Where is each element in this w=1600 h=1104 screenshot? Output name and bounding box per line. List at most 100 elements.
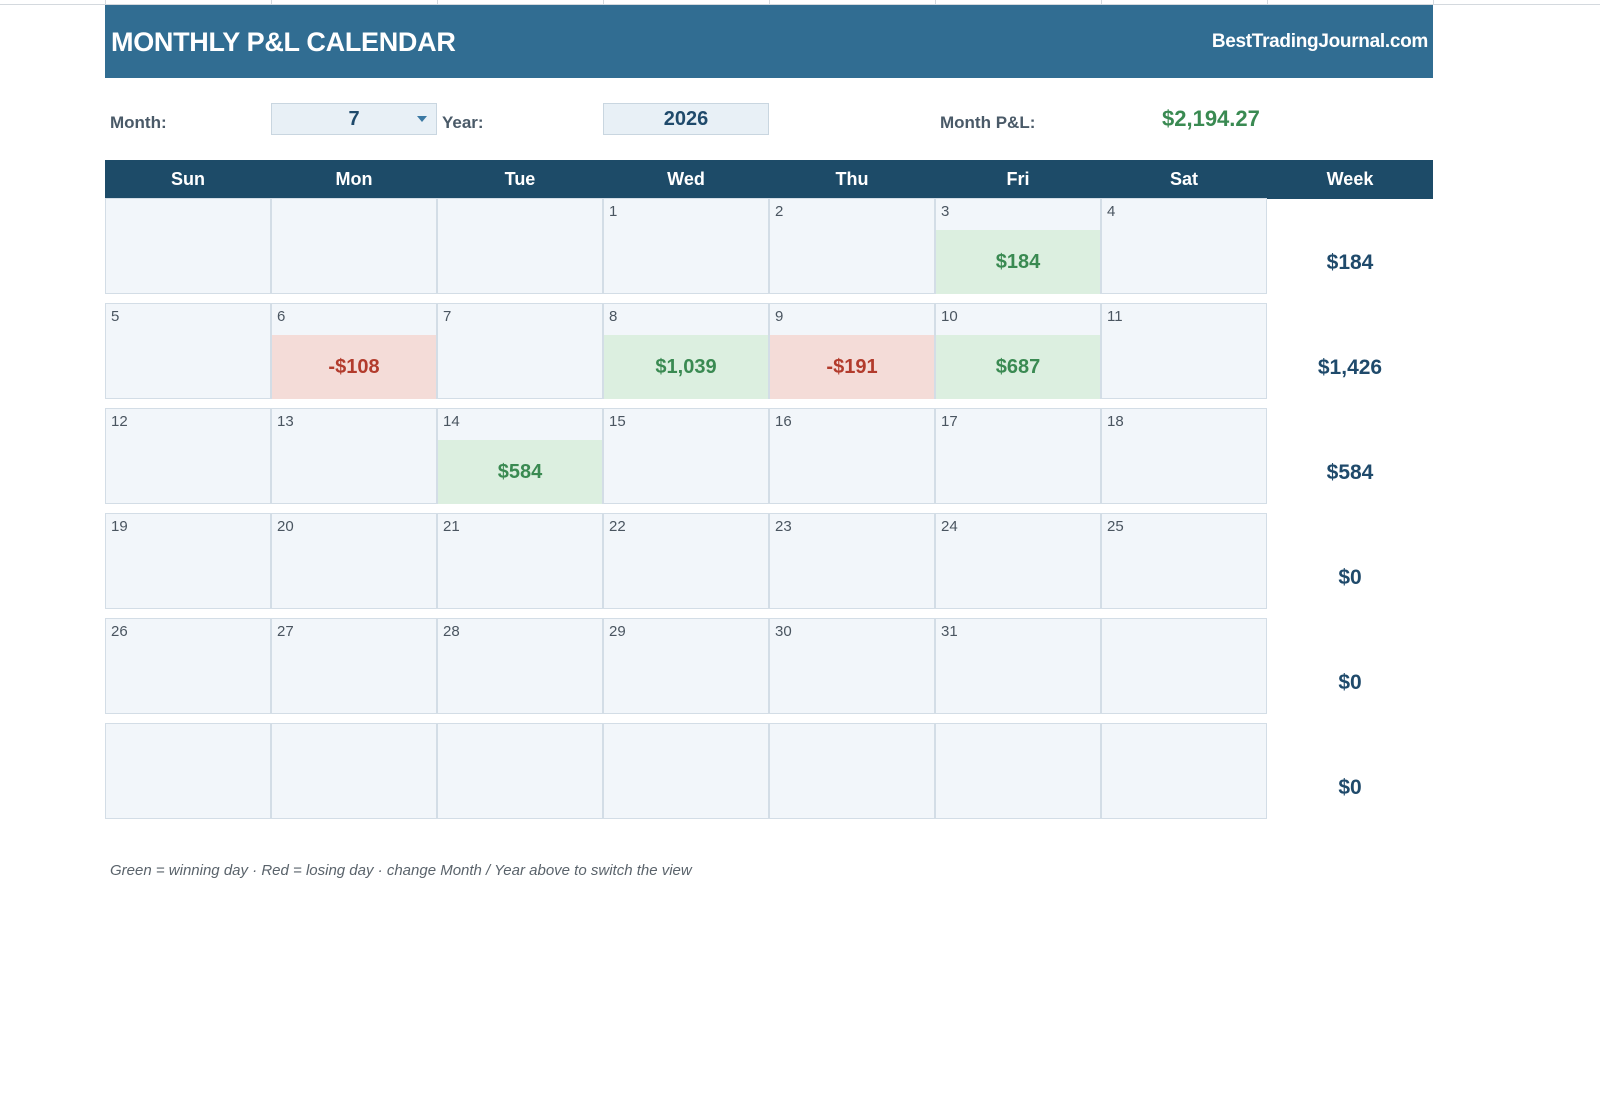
day-number: 17 — [941, 413, 958, 430]
day-cell[interactable]: 31 — [935, 618, 1101, 714]
month-pl-label: Month P&L: — [940, 113, 1036, 132]
day-cell[interactable]: 15 — [603, 408, 769, 504]
day-cell[interactable]: 14 $584 — [437, 408, 603, 504]
day-number: 11 — [1107, 308, 1123, 325]
day-cell[interactable] — [1101, 618, 1267, 714]
day-cell[interactable]: 29 — [603, 618, 769, 714]
day-number: 4 — [1107, 203, 1116, 220]
brand-name: BestTradingJournal.com — [1211, 31, 1428, 52]
day-number: 3 — [941, 203, 950, 220]
page-title: MONTHLY P&L CALENDAR — [111, 27, 456, 57]
day-number: 5 — [111, 308, 120, 325]
day-cell[interactable]: 13 — [271, 408, 437, 504]
day-cell[interactable] — [603, 723, 769, 819]
week-row: 5 6 -$108 7 8 $1,039 9 -$191 10 $687 11 — [105, 303, 1267, 399]
day-number: 9 — [775, 308, 784, 325]
day-cell[interactable]: 25 — [1101, 513, 1267, 609]
day-cell[interactable]: 16 — [769, 408, 935, 504]
day-number: 26 — [111, 623, 128, 640]
week-total-header: Week — [1326, 169, 1374, 189]
day-cell[interactable]: 3 $184 — [935, 198, 1101, 294]
day-number: 1 — [609, 203, 618, 220]
week-row: 1 2 3 $184 4 — [105, 198, 1267, 294]
day-cell[interactable]: 5 — [105, 303, 271, 399]
chevron-down-icon[interactable] — [417, 116, 427, 122]
day-cell[interactable] — [105, 198, 271, 294]
day-cell[interactable] — [437, 198, 603, 294]
weekday-header: Sun Mon Tue Wed Thu Fri Sat Week — [105, 160, 1433, 199]
day-number: 31 — [941, 623, 958, 640]
month-label: Month: — [110, 113, 167, 132]
day-cell[interactable]: 4 — [1101, 198, 1267, 294]
day-cell[interactable]: 24 — [935, 513, 1101, 609]
title-banner: MONTHLY P&L CALENDAR BestTradingJournal.… — [105, 5, 1433, 78]
weekday-sat: Sat — [1169, 169, 1198, 189]
day-cell[interactable]: 23 — [769, 513, 935, 609]
day-cell[interactable] — [437, 723, 603, 819]
legend-note: Green = winning day · Red = losing day ·… — [110, 862, 692, 879]
day-cell[interactable] — [105, 723, 271, 819]
day-number: 19 — [111, 518, 128, 535]
weekday-thu: Thu — [835, 169, 869, 189]
day-number: 16 — [775, 413, 792, 430]
day-pnl: $184 — [936, 230, 1100, 294]
day-pnl: -$108 — [272, 335, 436, 399]
day-cell[interactable]: 17 — [935, 408, 1101, 504]
week-total: $184 — [1326, 251, 1374, 274]
day-cell[interactable]: 22 — [603, 513, 769, 609]
weekday-fri: Fri — [1006, 169, 1030, 189]
day-pnl: $584 — [438, 440, 602, 504]
day-cell[interactable]: 7 — [437, 303, 603, 399]
day-cell[interactable]: 12 — [105, 408, 271, 504]
week-total: $0 — [1338, 776, 1362, 799]
day-number: 13 — [277, 413, 294, 430]
day-cell[interactable] — [769, 723, 935, 819]
day-number: 22 — [609, 518, 626, 535]
day-cell[interactable]: 18 — [1101, 408, 1267, 504]
day-number: 6 — [277, 308, 286, 325]
day-number: 24 — [941, 518, 958, 535]
day-cell[interactable]: 8 $1,039 — [603, 303, 769, 399]
month-value: 7 — [348, 107, 360, 130]
day-number: 20 — [277, 518, 294, 535]
week-total: $1,426 — [1317, 356, 1383, 379]
day-cell[interactable]: 30 — [769, 618, 935, 714]
day-number: 7 — [443, 308, 452, 325]
day-cell[interactable] — [271, 723, 437, 819]
week-total: $0 — [1338, 671, 1362, 694]
day-number: 12 — [111, 413, 128, 430]
month-select[interactable]: 7 — [271, 103, 437, 135]
week-total: $0 — [1338, 566, 1362, 589]
week-row: 12 13 14 $584 15 16 17 18 — [105, 408, 1267, 504]
day-cell[interactable]: 26 — [105, 618, 271, 714]
day-cell[interactable]: 2 — [769, 198, 935, 294]
weekday-tue: Tue — [504, 169, 536, 189]
day-number: 8 — [609, 308, 618, 325]
day-number: 14 — [443, 413, 460, 430]
day-cell[interactable]: 19 — [105, 513, 271, 609]
week-row — [105, 723, 1267, 819]
day-cell[interactable]: 1 — [603, 198, 769, 294]
day-number: 15 — [609, 413, 626, 430]
day-number: 18 — [1107, 413, 1124, 430]
day-cell[interactable]: 9 -$191 — [769, 303, 935, 399]
day-cell[interactable]: 20 — [271, 513, 437, 609]
day-number: 30 — [775, 623, 792, 640]
year-label: Year: — [442, 113, 484, 132]
day-cell[interactable] — [1101, 723, 1267, 819]
day-cell[interactable]: 11 — [1101, 303, 1267, 399]
day-cell[interactable] — [935, 723, 1101, 819]
day-cell[interactable]: 28 — [437, 618, 603, 714]
month-pl-value: $2,194.27 — [1162, 106, 1260, 131]
day-number: 23 — [775, 518, 792, 535]
day-cell[interactable]: 10 $687 — [935, 303, 1101, 399]
day-cell[interactable]: 21 — [437, 513, 603, 609]
weekday-wed: Wed — [667, 169, 705, 189]
day-cell[interactable] — [271, 198, 437, 294]
year-input[interactable]: 2026 — [603, 103, 769, 135]
day-cell[interactable]: 6 -$108 — [271, 303, 437, 399]
day-pnl: $687 — [936, 335, 1100, 399]
week-row: 19 20 21 22 23 24 25 — [105, 513, 1267, 609]
day-cell[interactable]: 27 — [271, 618, 437, 714]
day-pnl: -$191 — [770, 335, 934, 399]
